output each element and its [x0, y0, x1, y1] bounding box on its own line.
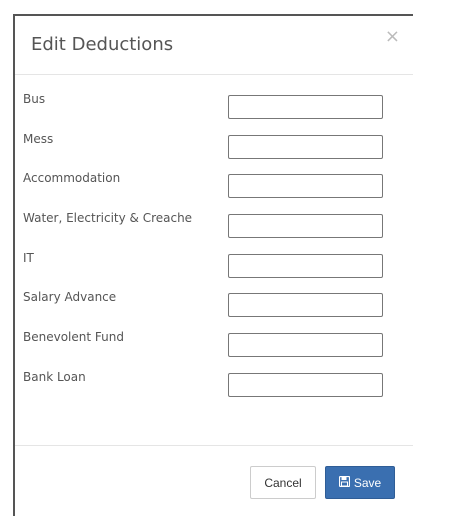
page: Edit Deductions × Bus Mess Accommodation… — [0, 0, 459, 516]
form-row-water-electricity-creache: Water, Electricity & Creache — [15, 204, 413, 244]
modal-body: Bus Mess Accommodation Water, Electricit… — [15, 75, 413, 403]
form-row-it: IT — [15, 244, 413, 284]
bus-label: Bus — [23, 92, 46, 106]
form-row-salary-advance: Salary Advance — [15, 283, 413, 323]
it-label: IT — [23, 250, 34, 265]
close-icon[interactable]: × — [385, 28, 400, 46]
save-button[interactable]: Save — [325, 466, 395, 499]
floppy-disk-icon — [338, 475, 350, 490]
it-input[interactable] — [228, 253, 383, 278]
mess-input[interactable] — [228, 134, 383, 159]
modal-header: Edit Deductions × — [15, 16, 413, 75]
save-label: Save — [353, 475, 382, 490]
water-electricity-creache-label: Water, Electricity & Creache — [23, 211, 193, 226]
bank-loan-input[interactable] — [228, 372, 383, 397]
form-row-bus: Bus — [15, 85, 413, 125]
form-row-bank-loan: Bank Loan — [15, 363, 413, 403]
bank-loan-label: Bank Loan — [23, 369, 86, 384]
modal-footer: Cancel Save — [15, 445, 413, 516]
accommodation-input[interactable] — [228, 174, 383, 199]
salary-advance-input[interactable] — [228, 293, 383, 318]
form-row-mess: Mess — [15, 125, 413, 165]
water-electricity-creache-input[interactable] — [228, 214, 383, 239]
modal-title: Edit Deductions — [31, 34, 174, 55]
benevolent-fund-input[interactable] — [228, 333, 383, 358]
form-row-accommodation: Accommodation — [15, 164, 413, 204]
bus-input[interactable] — [228, 95, 383, 119]
accommodation-label: Accommodation — [23, 171, 121, 186]
benevolent-fund-label: Benevolent Fund — [23, 330, 124, 345]
salary-advance-label: Salary Advance — [23, 290, 117, 305]
edit-deductions-modal: Edit Deductions × Bus Mess Accommodation… — [13, 14, 413, 516]
cancel-button[interactable]: Cancel — [250, 466, 316, 499]
form-row-benevolent-fund: Benevolent Fund — [15, 323, 413, 363]
mess-label: Mess — [23, 131, 54, 146]
